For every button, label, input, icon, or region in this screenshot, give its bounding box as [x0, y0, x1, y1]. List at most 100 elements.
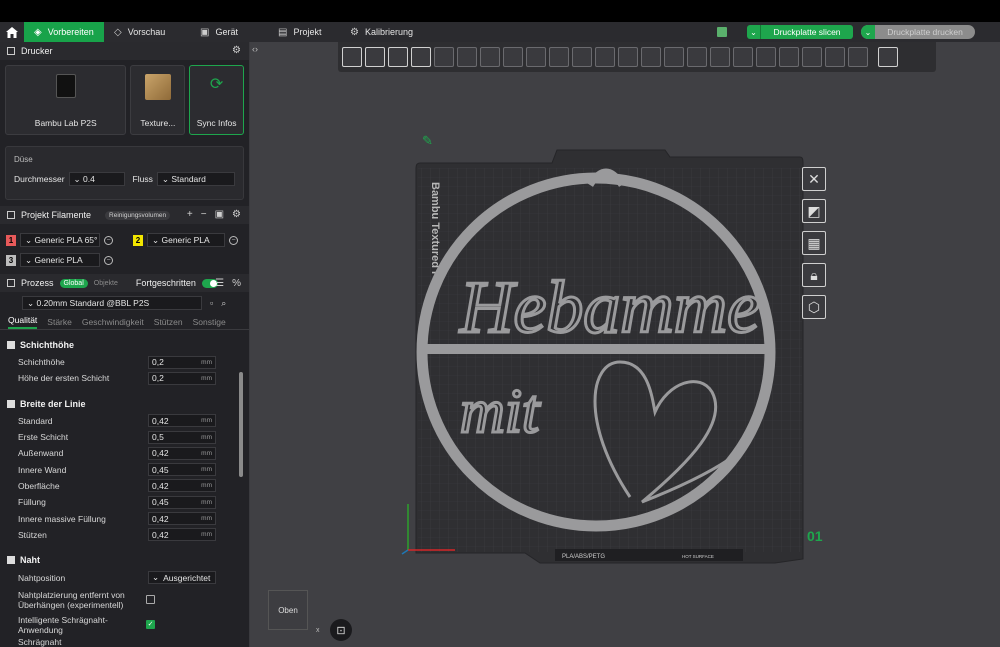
variable-layer-icon[interactable]	[802, 47, 822, 67]
global-toggle[interactable]: Global	[59, 278, 88, 288]
param-row: Außenwand 0,42 mm	[0, 445, 249, 461]
cut-icon[interactable]	[549, 47, 569, 67]
svg-icon[interactable]	[664, 47, 684, 67]
scarf-checkbox[interactable]: ✓	[146, 620, 155, 630]
collapse-panel-icon[interactable]: ‹›	[252, 44, 258, 54]
tab-other[interactable]: Sonstige	[193, 317, 226, 327]
tab-calibration[interactable]: ⚙ Kalibrierung	[340, 22, 423, 42]
gear-icon[interactable]: ⚙	[232, 45, 241, 56]
param-unit: mm	[201, 417, 212, 425]
search-icon[interactable]: ⌕	[221, 298, 226, 309]
zoom-fit-icon[interactable]: ⊡	[330, 619, 352, 641]
tab-support[interactable]: Stützen	[154, 317, 183, 327]
filament-select[interactable]: ⌄ Generic PLA 65°	[20, 233, 100, 247]
view-cube[interactable]: Oben	[268, 590, 308, 630]
tab-quality[interactable]: Qualität	[8, 315, 38, 329]
param-input[interactable]: 0,42 mm	[148, 414, 216, 428]
remove-filament-icon[interactable]: −	[229, 235, 238, 245]
sync-filament-icon[interactable]: ▣	[215, 209, 224, 220]
text-icon[interactable]	[641, 47, 661, 67]
plate-settings-icon[interactable]: ⬡	[802, 295, 826, 319]
filament-number[interactable]: 3	[6, 254, 16, 266]
close-plate-icon[interactable]: ✕	[802, 167, 826, 191]
param-input[interactable]: 0,5 mm	[148, 430, 216, 444]
fuzzy-skin-icon[interactable]	[756, 47, 776, 67]
tab-preview[interactable]: ◇ Vorschau	[104, 22, 190, 42]
param-input[interactable]: 0,45 mm	[148, 495, 216, 509]
arrange-icon[interactable]	[411, 47, 431, 67]
filament-select[interactable]: ⌄ Generic PLA	[147, 233, 225, 247]
param-name: Nahtposition	[18, 572, 66, 583]
tab-project[interactable]: ▤ Projekt	[268, 22, 340, 42]
add-icon[interactable]: +	[187, 209, 193, 220]
list-icon[interactable]: ☰	[215, 278, 224, 289]
3d-viewport[interactable]: ‹› PLA/ABS/PETG HOT SURFACE Bambu Textur…	[250, 42, 1000, 647]
plate-layout-icon[interactable]	[717, 27, 727, 37]
remove-icon[interactable]: −	[201, 209, 207, 220]
filament-number[interactable]: 2	[133, 234, 143, 246]
measure-icon[interactable]	[687, 47, 707, 67]
param-input[interactable]: 0,2 mm	[148, 371, 216, 385]
auto-orient-icon[interactable]	[388, 47, 408, 67]
tab-speed[interactable]: Geschwindigkeit	[82, 317, 144, 327]
device-icon: ▣	[200, 26, 210, 38]
color-paint-icon[interactable]	[733, 47, 753, 67]
tab-prepare[interactable]: ◈ Vorbereiten	[24, 22, 104, 42]
add-plate-icon[interactable]	[365, 47, 385, 67]
filament-number[interactable]: 1	[6, 234, 16, 246]
rotate-icon[interactable]	[480, 47, 500, 67]
gear-icon[interactable]: ⚙	[232, 209, 241, 220]
print-plate-button[interactable]: ⌄ Druckplatte drucken	[861, 25, 975, 39]
add-object-icon[interactable]	[342, 47, 362, 67]
flow-select[interactable]: ⌄ Standard	[156, 172, 235, 186]
param-input[interactable]: 0,2 mm	[148, 355, 216, 369]
printer-card[interactable]: Bambu Lab P2S	[5, 65, 127, 135]
objects-toggle[interactable]: Objekte	[94, 280, 118, 287]
slice-plate-button[interactable]: ⌄ Druckplatte slicen	[747, 25, 853, 39]
hollow-icon[interactable]	[825, 47, 845, 67]
seam-paint-icon[interactable]	[618, 47, 638, 67]
filament-select[interactable]: ⌄ Generic PLA	[20, 253, 100, 267]
home-icon[interactable]	[0, 22, 24, 42]
param-name: Innere Wand	[18, 464, 67, 475]
plate-label-strip	[555, 549, 743, 561]
param-input[interactable]: 0,42 mm	[148, 512, 216, 526]
param-name: Füllung	[18, 497, 46, 508]
arrange-plate-icon[interactable]: ▦	[802, 231, 826, 255]
support-paint-icon[interactable]	[595, 47, 615, 67]
diameter-select[interactable]: ⌄ 0.4	[68, 172, 125, 186]
move-icon[interactable]	[457, 47, 477, 67]
tab-device[interactable]: ▣ Gerät	[190, 22, 268, 42]
emboss-icon[interactable]	[848, 47, 868, 67]
remove-filament-icon[interactable]: −	[104, 255, 113, 265]
param-input[interactable]: 0,42 mm	[148, 446, 216, 460]
sync-info-button[interactable]: ⟳ Sync Infos	[189, 65, 244, 135]
preset-select[interactable]: ⌄ 0.20mm Standard @BBL P2S	[22, 296, 202, 310]
param-input[interactable]: 0,45 mm	[148, 463, 216, 477]
scale-icon[interactable]	[503, 47, 523, 67]
remove-filament-icon[interactable]: −	[104, 235, 113, 245]
group-layer-height: Schichthöhe	[0, 336, 249, 354]
lay-on-face-icon[interactable]	[526, 47, 546, 67]
plate-card[interactable]: Texture...	[130, 65, 186, 135]
param-input[interactable]: 0,42 mm	[148, 528, 216, 542]
mesh-boolean-icon[interactable]	[572, 47, 592, 67]
purge-volume-button[interactable]: Reinigungsvolumen	[105, 210, 171, 220]
lock-icon[interactable]: 🔒︎	[802, 263, 826, 287]
chevron-down-icon[interactable]: ⌄	[747, 25, 761, 39]
brim-icon[interactable]	[779, 47, 799, 67]
plate-grid	[418, 168, 802, 552]
scrollbar[interactable]	[239, 372, 243, 477]
view-settings-icon[interactable]	[878, 47, 898, 67]
chevron-down-icon[interactable]: ⌄	[861, 25, 875, 39]
seam-position-select[interactable]: ⌄ Ausgerichtet	[148, 571, 216, 585]
plate-number[interactable]: 01	[807, 528, 823, 544]
save-icon[interactable]: ▫	[210, 298, 213, 308]
split-icon[interactable]	[434, 47, 454, 67]
param-input[interactable]: 0,42 mm	[148, 479, 216, 493]
assembly-icon[interactable]	[710, 47, 730, 67]
compare-icon[interactable]: %	[232, 278, 241, 289]
orient-plate-icon[interactable]: ◩	[802, 199, 826, 223]
tab-strength[interactable]: Stärke	[47, 317, 72, 327]
overhang-checkbox[interactable]	[146, 595, 155, 605]
